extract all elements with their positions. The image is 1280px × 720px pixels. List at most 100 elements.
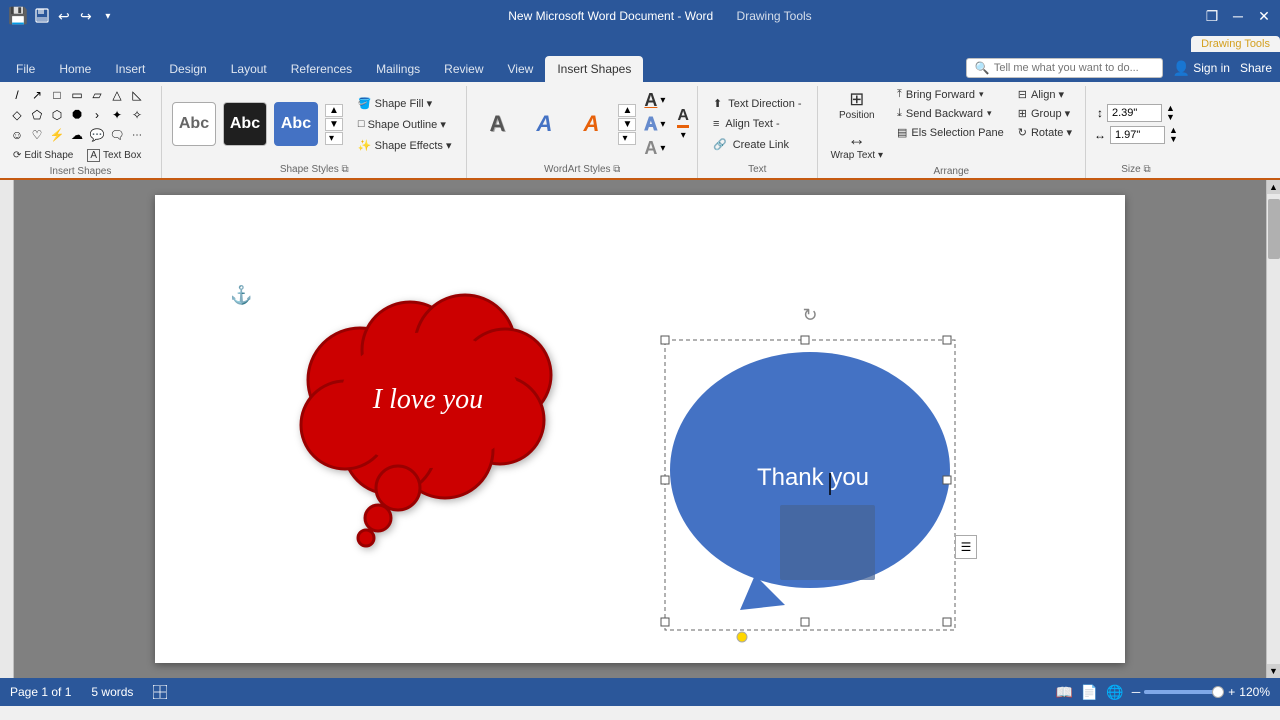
layout-options-button[interactable]: ☰ <box>955 535 977 559</box>
shape-smiley-icon[interactable]: ☺ <box>8 126 26 144</box>
zoom-in[interactable]: + <box>1228 685 1235 699</box>
text-effects-dropdown[interactable]: ▾ <box>660 143 665 154</box>
undo-button[interactable]: ↩ <box>56 8 72 24</box>
scroll-thumb[interactable] <box>1268 199 1280 259</box>
shape-cloud-icon[interactable]: ☁ <box>68 126 86 144</box>
shape-star4-icon[interactable]: ✧ <box>128 106 146 124</box>
edit-shape-button[interactable]: ⟳ Edit Shape <box>8 148 78 163</box>
width-down[interactable]: ▼ <box>1169 135 1178 144</box>
shape-chevron-icon[interactable]: › <box>88 106 106 124</box>
shape-parallelogram-icon[interactable]: ▱ <box>88 86 106 104</box>
blue-speech-bubble[interactable]: ↻ Thank you <box>665 340 955 640</box>
search-input[interactable] <box>994 62 1154 74</box>
shape-styles-up[interactable]: ▲ <box>325 104 343 117</box>
wordart-styles-up[interactable]: ▲ <box>618 104 636 117</box>
position-button[interactable]: ⊞ Position <box>826 86 888 124</box>
scrollbar-right[interactable]: ▲ ▼ <box>1266 180 1280 678</box>
red-cloud-shape[interactable]: I love you <box>280 270 570 550</box>
align-text-button[interactable]: ≡ Align Text - <box>706 115 787 133</box>
close-button[interactable]: ✕ <box>1256 8 1272 24</box>
scroll-up[interactable]: ▲ <box>1267 180 1280 194</box>
shape-style-1[interactable]: Abc <box>172 102 216 146</box>
shape-pentagon-icon[interactable]: ⬠ <box>28 106 46 124</box>
redo-button[interactable]: ↪ <box>78 8 94 24</box>
zoom-slider-area[interactable]: ─ + 120% <box>1132 685 1270 699</box>
wordart-styles-down[interactable]: ▼ <box>618 118 636 131</box>
width-input[interactable] <box>1110 126 1165 144</box>
insert-shapes-label: Insert Shapes <box>8 164 153 180</box>
scroll-down[interactable]: ▼ <box>1267 664 1280 678</box>
shape-styles-more[interactable]: ▾ <box>325 132 343 145</box>
shape-hexagon-icon[interactable]: ⬡ <box>48 106 66 124</box>
minimize-button[interactable]: ─ <box>1230 8 1246 24</box>
shape-style-2[interactable]: Abc <box>223 102 267 146</box>
save-button[interactable] <box>34 8 50 24</box>
shape-effects-button[interactable]: ✨ Shape Effects ▾ <box>351 136 459 155</box>
shape-diamond-icon[interactable]: ◇ <box>8 106 26 124</box>
tab-layout[interactable]: Layout <box>219 56 279 82</box>
tab-insert[interactable]: Insert <box>103 56 157 82</box>
tab-mailings[interactable]: Mailings <box>364 56 432 82</box>
shape-fill-button[interactable]: 🪣 Shape Fill ▾ <box>351 94 459 113</box>
text-color-dropdown[interactable]: ▾ <box>677 130 689 141</box>
align-button[interactable]: ⊟ Align ▾ <box>1013 86 1077 103</box>
tab-file[interactable]: File <box>4 56 47 82</box>
shape-more-icon[interactable]: ⋯ <box>128 126 146 144</box>
text-direction-button[interactable]: ⬆ Text Direction - <box>706 94 809 113</box>
shape-speech-icon[interactable]: 🗨 <box>108 126 126 144</box>
tab-review[interactable]: Review <box>432 56 495 82</box>
shape-rtriangle-icon[interactable]: ◺ <box>128 86 146 104</box>
restore-button[interactable]: ❐ <box>1204 8 1220 24</box>
text-fill-dropdown[interactable]: ▾ <box>660 95 665 106</box>
wordart-style-2[interactable]: A <box>522 102 566 146</box>
tab-design[interactable]: Design <box>157 56 218 82</box>
text-fill-button[interactable]: A <box>644 90 657 111</box>
wordart-styles-more[interactable]: ▾ <box>618 132 636 145</box>
shape-style-3[interactable]: Abc <box>274 102 318 146</box>
wordart-style-1[interactable]: A <box>475 102 519 146</box>
height-down[interactable]: ▼ <box>1166 113 1175 122</box>
read-mode-icon[interactable]: 📖 <box>1055 684 1072 701</box>
create-link-button[interactable]: 🔗 Create Link <box>706 135 796 154</box>
shape-rect-icon[interactable]: □ <box>48 86 66 104</box>
send-backward-button[interactable]: ⤓ Send Backward ▾ <box>892 105 1009 122</box>
web-layout-icon[interactable]: 🌐 <box>1106 684 1123 701</box>
send-backward-icon: ⤓ <box>897 107 902 120</box>
shape-rounded-rect-icon[interactable]: ▭ <box>68 86 86 104</box>
share-button[interactable]: Share <box>1240 61 1272 75</box>
shape-arrow-icon[interactable]: ↗ <box>28 86 46 104</box>
shape-outline-button[interactable]: □ Shape Outline ▾ <box>351 115 459 134</box>
shape-line-icon[interactable]: / <box>8 86 26 104</box>
width-icon: ↔ <box>1094 128 1106 142</box>
search-box[interactable]: 🔍 <box>966 58 1163 78</box>
text-effects-button[interactable]: A <box>644 138 657 159</box>
word-icon: 💾 <box>8 6 28 26</box>
tab-view[interactable]: View <box>496 56 546 82</box>
print-layout-icon[interactable]: 📄 <box>1081 684 1098 701</box>
shape-triangle-icon[interactable]: △ <box>108 86 126 104</box>
bring-forward-button[interactable]: ⤒ Bring Forward ▾ <box>892 86 1009 103</box>
shape-callout-icon[interactable]: 💬 <box>88 126 106 144</box>
height-input[interactable] <box>1107 104 1162 122</box>
tab-references[interactable]: References <box>279 56 364 82</box>
tab-format[interactable]: Insert Shapes <box>545 56 643 82</box>
shape-lightning-icon[interactable]: ⚡ <box>48 126 66 144</box>
wrap-text-button[interactable]: ↔ Wrap Text ▾ <box>826 126 888 164</box>
zoom-out[interactable]: ─ <box>1132 685 1141 699</box>
group-button[interactable]: ⊞ Group ▾ <box>1013 105 1077 122</box>
shape-octagon-icon[interactable]: ⯃ <box>68 106 86 124</box>
customize-button[interactable]: ▾ <box>100 8 116 24</box>
text-box-button[interactable]: A Text Box <box>82 147 146 164</box>
shape-styles-down[interactable]: ▼ <box>325 118 343 131</box>
selection-pane-button[interactable]: ▤ Els Selection Pane <box>892 124 1009 141</box>
text-outline-button[interactable]: A <box>644 114 657 135</box>
wordart-style-3[interactable]: A <box>569 102 613 146</box>
canvas-area[interactable]: ⚓ <box>14 180 1266 678</box>
text-outline-dropdown[interactable]: ▾ <box>660 119 665 130</box>
tab-home[interactable]: Home <box>47 56 103 82</box>
shape-heart-icon[interactable]: ♡ <box>28 126 46 144</box>
rotate-button[interactable]: ↻ Rotate ▾ <box>1013 124 1077 141</box>
sign-in-button[interactable]: 👤 Sign in <box>1173 60 1230 77</box>
rotate-handle[interactable]: ↻ <box>802 305 817 326</box>
shape-star5-icon[interactable]: ✦ <box>108 106 126 124</box>
